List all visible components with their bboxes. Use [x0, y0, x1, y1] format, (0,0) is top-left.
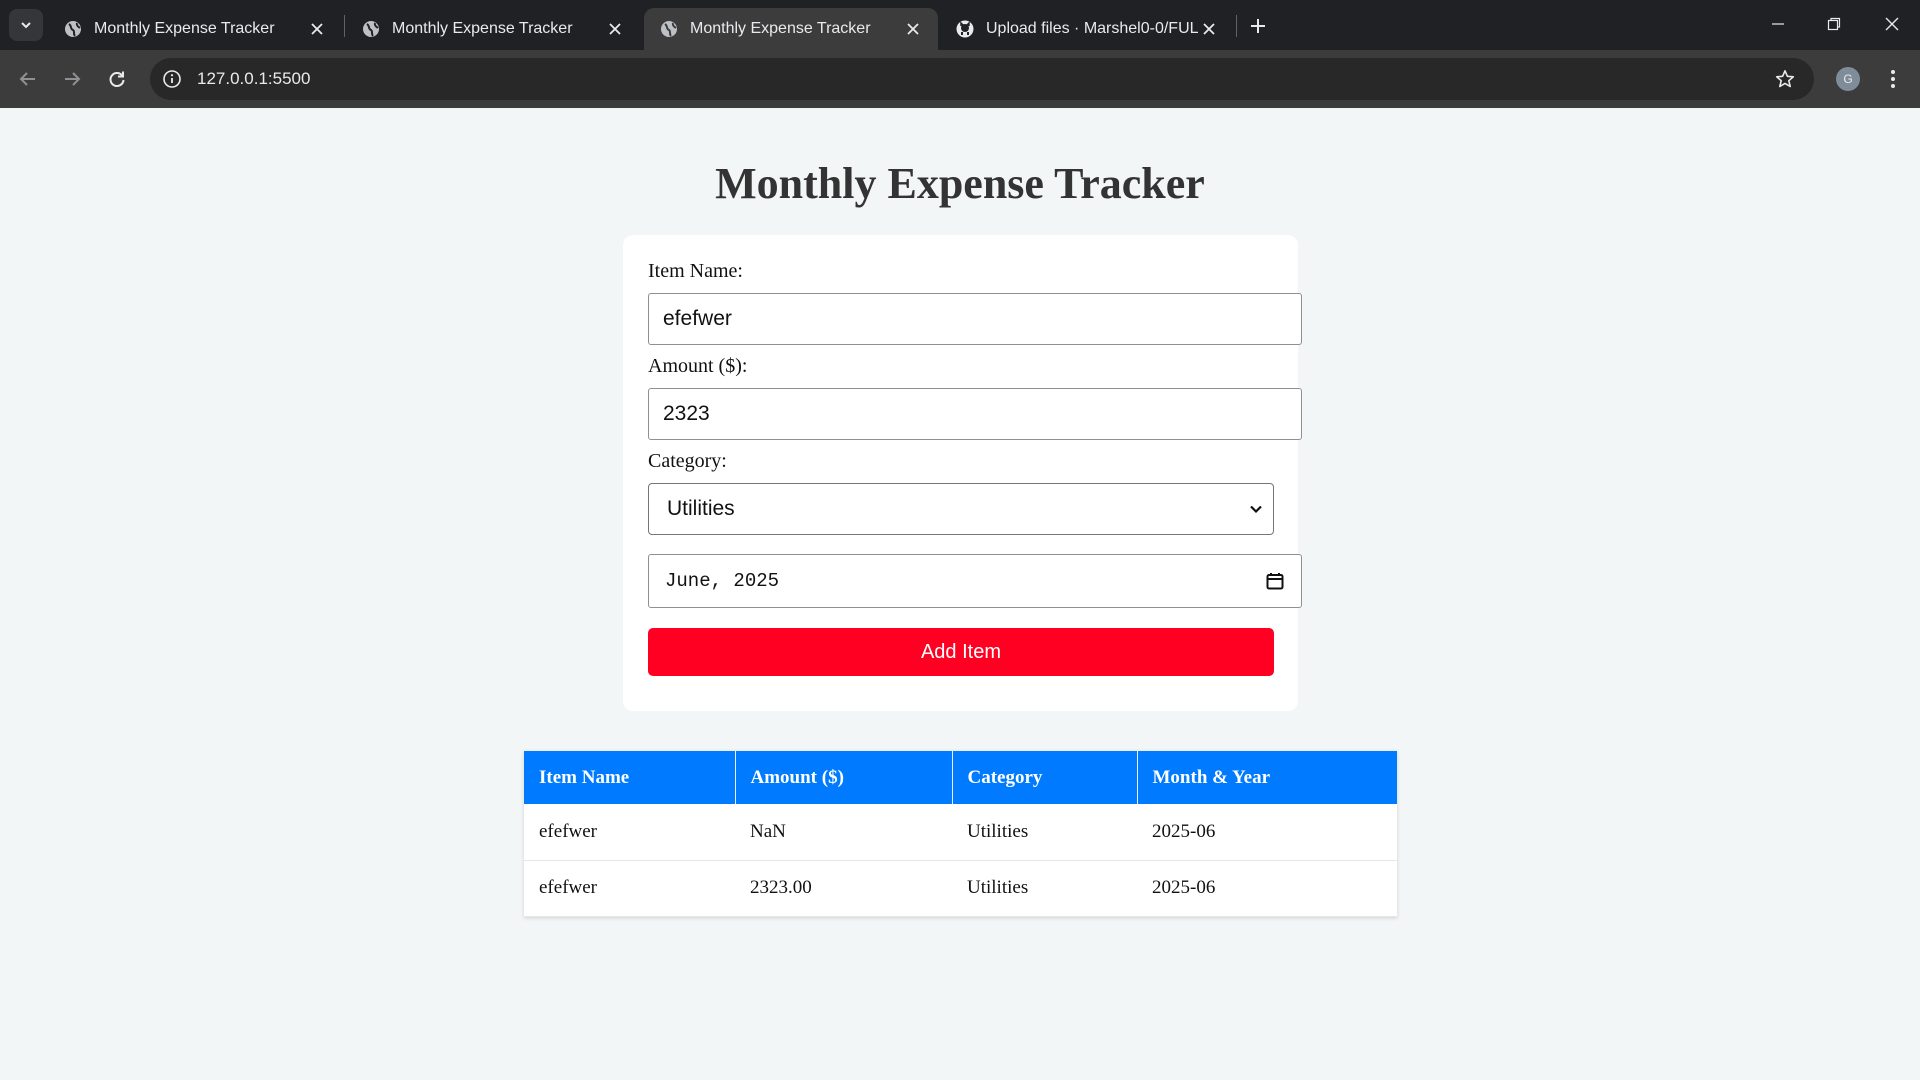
reload-button[interactable]	[101, 63, 133, 95]
new-tab-button[interactable]	[1244, 12, 1272, 40]
restore-icon	[1827, 17, 1841, 31]
globe-icon	[660, 20, 678, 38]
browser-tab[interactable]: Monthly Expense Tracker	[346, 8, 640, 50]
calendar-icon[interactable]	[1266, 572, 1284, 590]
cell-month-year: 2025-06	[1137, 804, 1397, 861]
browser-tab[interactable]: Upload files · Marshel0-0/FULL-	[940, 8, 1234, 50]
expense-table: Item Name Amount ($) Category Month & Ye…	[524, 751, 1397, 917]
add-item-button[interactable]: Add Item	[648, 628, 1274, 676]
globe-icon	[362, 20, 380, 38]
tab-strip: Monthly Expense Tracker Monthly Expense …	[0, 0, 1920, 50]
tab-title: Monthly Expense Tracker	[94, 20, 275, 37]
month-year-value: June, 2025	[665, 570, 780, 592]
browser-menu-button[interactable]	[1882, 64, 1904, 94]
category-selected-value: Utilities	[667, 497, 735, 520]
table-header-row: Item Name Amount ($) Category Month & Ye…	[524, 751, 1397, 804]
kebab-menu-icon	[1891, 70, 1895, 88]
tab-title: Upload files · Marshel0-0/FULL-	[986, 20, 1198, 37]
profile-avatar[interactable]: G	[1836, 67, 1860, 91]
address-bar[interactable]: 127.0.0.1:5500	[150, 58, 1814, 100]
cell-month-year: 2025-06	[1137, 860, 1397, 917]
tab-title: Monthly Expense Tracker	[690, 20, 871, 37]
item-name-input[interactable]: efefwer	[648, 293, 1302, 345]
expense-form: Item Name: efefwer Amount ($): 2323 Cate…	[623, 235, 1302, 711]
close-tab-icon[interactable]	[902, 18, 924, 40]
reload-icon	[109, 71, 125, 87]
tab-separator	[1236, 15, 1237, 37]
close-tab-icon[interactable]	[306, 18, 328, 40]
column-header-amount: Amount ($)	[735, 751, 953, 804]
close-tab-icon[interactable]	[604, 18, 626, 40]
item-name-label: Item Name:	[648, 260, 743, 282]
minimize-icon	[1772, 23, 1784, 25]
cell-amount: 2323.00	[735, 860, 952, 917]
bookmark-star-icon[interactable]	[1774, 68, 1796, 90]
arrow-right-icon	[65, 72, 81, 86]
column-header-item-name: Item Name	[524, 751, 736, 804]
browser-tab-active[interactable]: Monthly Expense Tracker	[644, 8, 938, 50]
close-tab-icon[interactable]	[1198, 18, 1220, 40]
close-icon	[1885, 17, 1899, 31]
page-title: Monthly Expense Tracker	[715, 159, 1205, 208]
amount-input[interactable]: 2323	[648, 388, 1302, 440]
url-text: 127.0.0.1:5500	[197, 69, 311, 88]
category-select[interactable]: Utilities	[648, 483, 1274, 535]
browser-toolbar: 127.0.0.1:5500	[0, 50, 1920, 108]
globe-icon	[64, 20, 82, 38]
tab-search-button[interactable]	[9, 9, 43, 41]
back-button[interactable]	[12, 63, 44, 95]
column-header-category: Category	[952, 751, 1138, 804]
chevron-down-icon	[21, 22, 31, 29]
tab-separator	[344, 15, 345, 37]
forward-button[interactable]	[56, 63, 88, 95]
tab-title: Monthly Expense Tracker	[392, 20, 573, 37]
table-row: efefwer 2323.00 Utilities 2025-06	[524, 860, 1397, 917]
category-label: Category:	[648, 450, 727, 472]
cell-item-name: efefwer	[524, 860, 735, 917]
cell-amount: NaN	[735, 804, 952, 861]
browser-tab[interactable]: Monthly Expense Tracker	[48, 8, 342, 50]
cell-category: Utilities	[952, 804, 1137, 861]
column-header-month-year: Month & Year	[1137, 751, 1397, 804]
month-year-input[interactable]: June, 2025	[648, 554, 1302, 608]
plus-icon	[1251, 19, 1265, 33]
cell-item-name: efefwer	[524, 804, 735, 861]
amount-label: Amount ($):	[648, 355, 748, 377]
close-window-button[interactable]	[1872, 8, 1912, 40]
cell-category: Utilities	[952, 860, 1137, 917]
restore-button[interactable]	[1814, 8, 1854, 40]
table-row: efefwer NaN Utilities 2025-06	[524, 804, 1397, 861]
minimize-button[interactable]	[1758, 8, 1798, 40]
github-icon	[956, 20, 974, 38]
site-info-icon[interactable]	[162, 69, 182, 89]
chevron-down-icon	[1250, 505, 1262, 514]
arrow-left-icon	[19, 72, 35, 86]
